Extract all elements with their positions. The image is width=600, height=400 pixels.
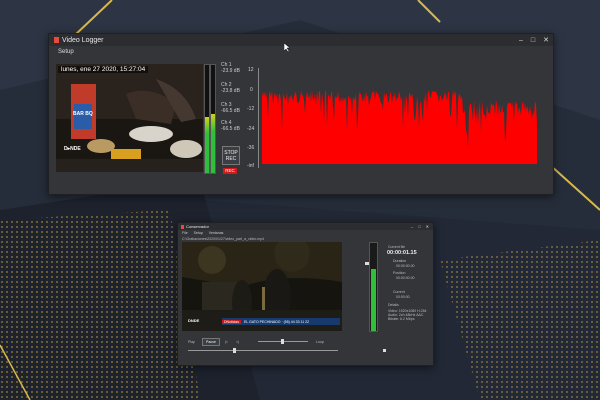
video-timestamp: lunes, ene 27 2020, 15:27:04 bbox=[58, 66, 149, 73]
small-cursor-icon bbox=[383, 349, 386, 352]
play-button[interactable]: Play bbox=[188, 340, 195, 344]
player-menu-file[interactable]: File bbox=[182, 231, 188, 235]
maximize-button[interactable]: □ bbox=[531, 37, 535, 44]
details-label: Details bbox=[388, 303, 399, 307]
mouse-cursor bbox=[284, 43, 290, 52]
close-button[interactable]: ✕ bbox=[543, 36, 549, 44]
player-minimize-button[interactable]: – bbox=[411, 224, 413, 229]
player-video: DNDE DNoticias EL GATO PECHINADO · (55) … bbox=[182, 242, 342, 331]
duration-value: 00:00:00.00 bbox=[396, 264, 415, 268]
title-bar[interactable]: Video Logger – □ ✕ bbox=[49, 34, 553, 46]
player-menu-setup[interactable]: Setup bbox=[194, 231, 203, 235]
ticker-text: EL GATO PECHINADO · (55) 44 33 11 22 bbox=[243, 319, 310, 324]
rate-label: Current bbox=[393, 290, 405, 294]
video-logger-window: Video Logger – □ ✕ Setup lunes, ene 27 2… bbox=[48, 33, 554, 195]
player-title-bar[interactable]: Conservador – □ ✕ bbox=[178, 223, 433, 230]
document-icon bbox=[54, 37, 59, 43]
db-tick-minus36: -36 bbox=[247, 145, 255, 151]
player-level-meter bbox=[369, 242, 378, 332]
meter-fill-left bbox=[205, 116, 209, 173]
waveform-shape bbox=[262, 90, 537, 164]
player-maximize-button[interactable]: □ bbox=[418, 224, 420, 229]
current-file-label: Current file bbox=[388, 245, 406, 249]
player-window-title: Conservador bbox=[186, 224, 209, 229]
player-close-button[interactable]: ✕ bbox=[426, 224, 429, 229]
loop-button[interactable]: Loop bbox=[316, 340, 324, 344]
player-window: Conservador – □ ✕ File Setup Ventanas C:… bbox=[177, 222, 434, 366]
rate-value: 00:00:00 bbox=[396, 295, 410, 299]
player-app-icon bbox=[181, 224, 184, 229]
player-menu-windows[interactable]: Ventanas bbox=[209, 231, 224, 235]
next-button[interactable]: >| bbox=[236, 340, 239, 344]
player-meter-fill bbox=[371, 269, 376, 331]
channel-1-level: -23.9 dB bbox=[221, 68, 240, 74]
video-scene bbox=[56, 64, 203, 172]
player-menu: File Setup Ventanas bbox=[182, 231, 223, 235]
detail-line-3: Bitrate: 6.2 Mbps bbox=[388, 317, 415, 321]
position-value: 00:00:00.00 bbox=[396, 276, 415, 280]
db-tick-12: 12 bbox=[248, 67, 254, 73]
seek-slider[interactable] bbox=[258, 339, 308, 344]
pause-button[interactable]: Pause bbox=[202, 338, 220, 346]
player-meter-handle[interactable] bbox=[365, 262, 369, 265]
news-ticker: DNoticias EL GATO PECHINADO · (55) 44 33… bbox=[222, 318, 340, 325]
minimize-button[interactable]: – bbox=[519, 37, 523, 44]
ticker-brand: DNoticias bbox=[222, 319, 241, 324]
audio-waveform bbox=[262, 68, 537, 168]
player-logo: DNDE bbox=[188, 318, 200, 323]
duration-label: Duration bbox=[393, 259, 407, 263]
volume-slider-handle[interactable] bbox=[233, 348, 236, 353]
window-title: Video Logger bbox=[62, 36, 104, 44]
file-path: C:\Grabaciones\2020\01\27\video_part_a_v… bbox=[182, 237, 265, 241]
rec-badge: REC bbox=[223, 168, 237, 174]
scale-line bbox=[258, 68, 259, 168]
menu-setup[interactable]: Setup bbox=[58, 49, 74, 55]
volume-slider[interactable] bbox=[188, 348, 338, 353]
db-tick-minus12: -12 bbox=[247, 106, 255, 112]
channel-4-level: -66.5 dB bbox=[221, 126, 240, 132]
db-tick-minus24: -24 bbox=[247, 126, 255, 132]
level-meter-right bbox=[210, 64, 216, 174]
meter-fill-right bbox=[211, 113, 215, 173]
channel-2-level: -23.8 dB bbox=[221, 88, 240, 94]
prev-button[interactable]: |< bbox=[225, 340, 228, 344]
current-time: 00:00:01.15 bbox=[387, 250, 417, 256]
seek-slider-handle[interactable] bbox=[280, 339, 284, 344]
db-tick-inf: -inf bbox=[247, 163, 254, 169]
brand-mark: D▸NDE bbox=[64, 146, 81, 152]
stop-rec-button[interactable]: STOP REC bbox=[222, 146, 240, 165]
channel-3-level: -66.5 dB bbox=[221, 108, 240, 114]
position-label: Position bbox=[393, 271, 406, 275]
db-tick-0: 0 bbox=[250, 87, 253, 93]
sign-text: BAR BQ bbox=[73, 111, 93, 117]
video-preview: lunes, ene 27 2020, 15:27:04 BAR BQ D▸ND… bbox=[56, 64, 203, 172]
rec-label: REC bbox=[225, 155, 237, 162]
